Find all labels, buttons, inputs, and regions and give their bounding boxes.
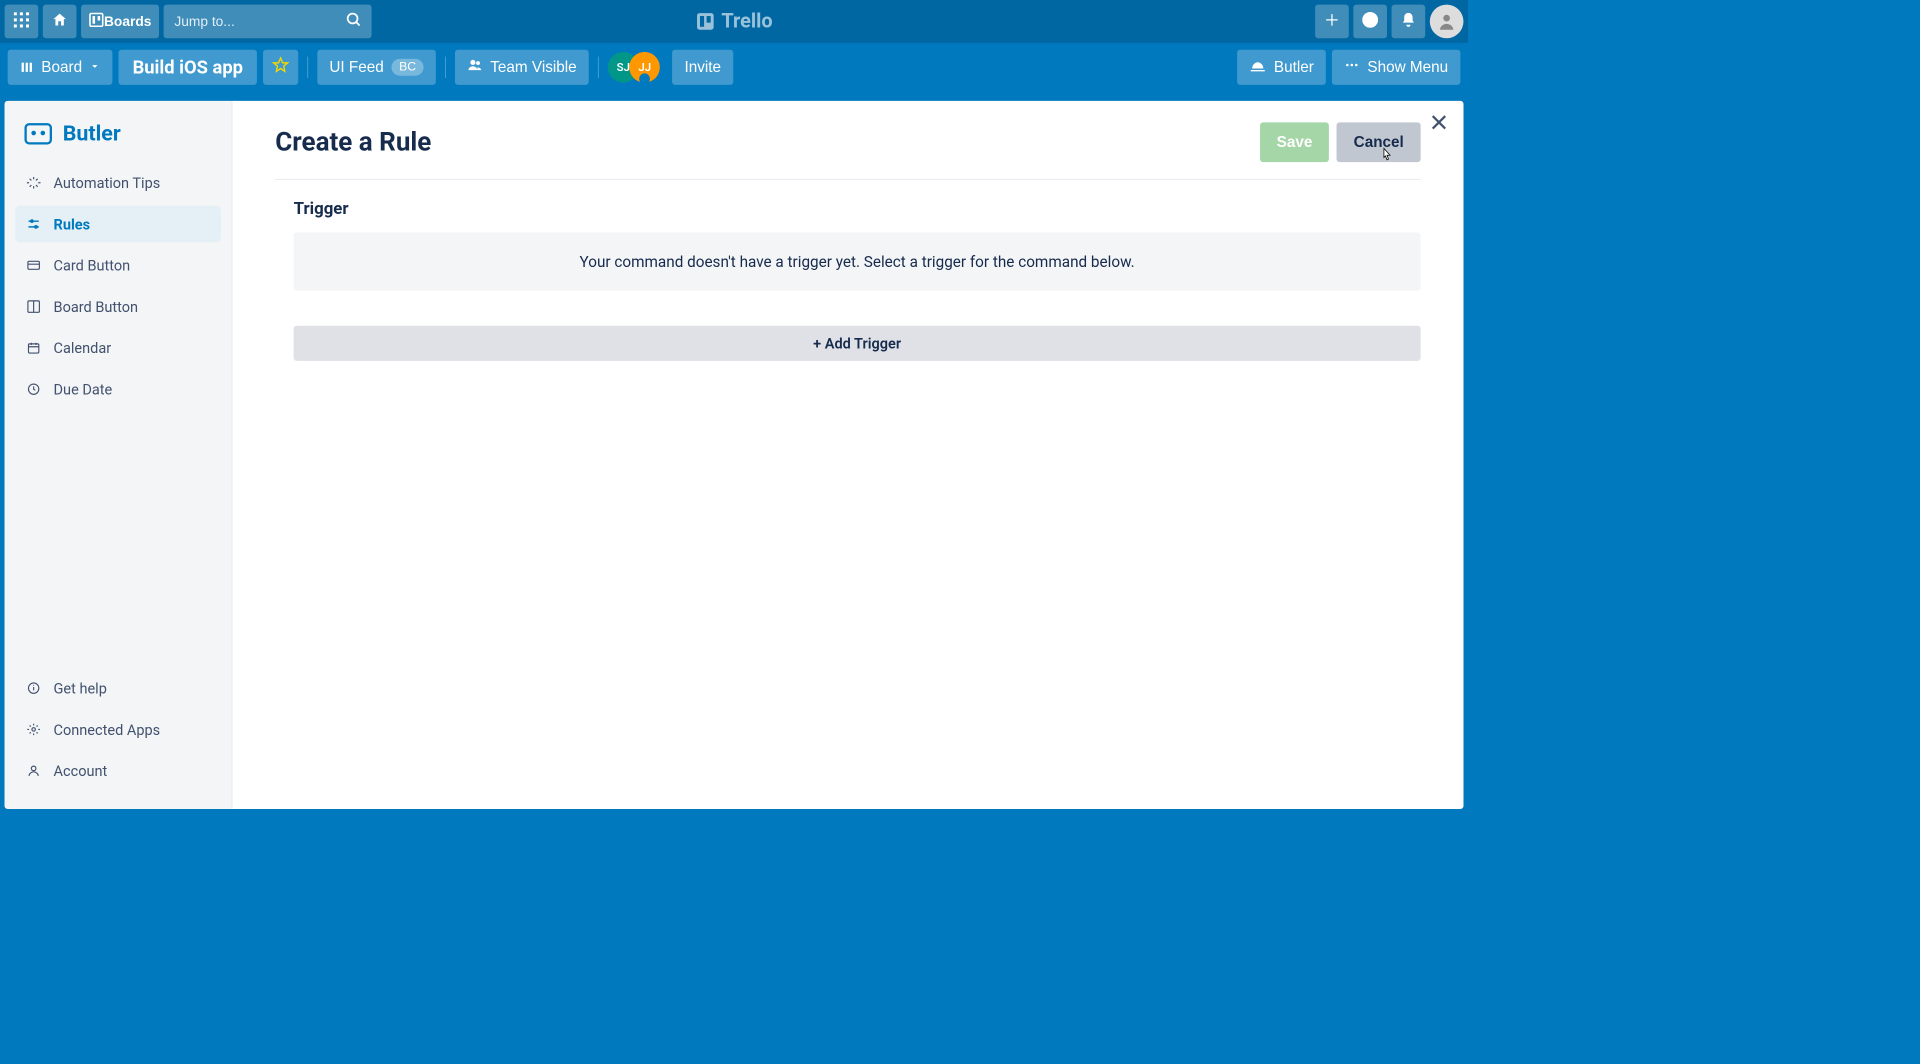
search-wrap: [164, 5, 372, 39]
sidebar-item-label: Automation Tips: [54, 174, 161, 192]
brand-logo: Trello: [695, 10, 772, 33]
brand-name: Trello: [721, 10, 772, 33]
search-icon: [346, 11, 363, 31]
show-menu-label: Show Menu: [1367, 58, 1448, 76]
butler-panel: Butler Automation Tips Rules Card Button: [5, 101, 1464, 809]
ui-feed-label: UI Feed: [329, 58, 383, 76]
trigger-heading: Trigger: [294, 200, 1421, 219]
sidebar-item-automation-tips[interactable]: Automation Tips: [15, 164, 221, 201]
page-actions: Save Cancel: [1260, 122, 1421, 162]
home-icon: [51, 11, 68, 32]
global-header: Boards Trello: [0, 0, 1468, 44]
member-avatar[interactable]: JJ: [629, 52, 660, 83]
dots-icon: [1344, 57, 1359, 77]
sidebar-item-label: Account: [54, 762, 108, 780]
sidebar-item-card-button[interactable]: Card Button: [15, 247, 221, 284]
butler-hat-icon: [1249, 58, 1266, 76]
sidebar-item-label: Connected Apps: [54, 721, 161, 739]
cancel-label: Cancel: [1354, 133, 1404, 150]
bell-icon: [1400, 11, 1417, 32]
close-icon: [1428, 122, 1449, 137]
clock-icon: [26, 382, 41, 397]
member-stack: SJ JJ: [608, 52, 660, 83]
notifications-button[interactable]: [1392, 5, 1426, 39]
sidebar-item-label: Get help: [54, 679, 107, 697]
invite-button[interactable]: Invite: [672, 50, 733, 85]
page-title: Create a Rule: [275, 127, 431, 158]
user-avatar[interactable]: [1430, 5, 1464, 39]
team-visible-label: Team Visible: [490, 58, 576, 76]
butler-sidebar: Butler Automation Tips Rules Card Button: [5, 101, 233, 809]
sidebar-item-label: Due Date: [54, 380, 113, 398]
apps-grid-icon: [14, 12, 29, 31]
info-icon: [1362, 11, 1379, 32]
sparkle-icon: [26, 175, 41, 190]
sidebar-item-connected-apps[interactable]: Connected Apps: [15, 711, 221, 748]
trigger-empty-state: Your command doesn't have a trigger yet.…: [294, 232, 1421, 290]
board-view-button[interactable]: Board: [8, 50, 113, 85]
add-trigger-button[interactable]: + Add Trigger: [294, 326, 1421, 361]
close-button[interactable]: [1428, 112, 1449, 136]
team-visible-button[interactable]: Team Visible: [455, 50, 589, 85]
sidebar-item-label: Calendar: [54, 339, 112, 357]
user-icon: [26, 763, 41, 778]
divider: [445, 57, 446, 78]
sidebar-item-account[interactable]: Account: [15, 752, 221, 789]
sidebar-item-due-date[interactable]: Due Date: [15, 371, 221, 408]
board-icon: [26, 299, 41, 314]
butler-content: Create a Rule Save Cancel Trigger Your c…: [232, 101, 1463, 809]
info-icon: [26, 680, 41, 695]
save-button[interactable]: Save: [1260, 122, 1329, 162]
star-button[interactable]: [263, 50, 298, 85]
info-button[interactable]: [1353, 5, 1387, 39]
page-header: Create a Rule Save Cancel: [275, 122, 1420, 179]
show-menu-button[interactable]: Show Menu: [1332, 50, 1460, 85]
card-icon: [26, 258, 41, 273]
board-title[interactable]: Build iOS app: [119, 50, 257, 85]
sidebar-item-get-help[interactable]: Get help: [15, 670, 221, 707]
apps-menu-button[interactable]: [5, 5, 39, 39]
butler-button[interactable]: Butler: [1237, 50, 1326, 85]
gear-icon: [26, 722, 41, 737]
boards-button[interactable]: Boards: [81, 5, 159, 39]
people-icon: [467, 57, 482, 77]
sliders-icon: [26, 216, 41, 231]
sidebar-footer: Get help Connected Apps Account: [5, 670, 232, 809]
sidebar-item-board-button[interactable]: Board Button: [15, 288, 221, 325]
sidebar-title: Butler: [5, 112, 232, 165]
search-input[interactable]: [164, 5, 372, 39]
butler-label: Butler: [1274, 58, 1314, 76]
sidebar-item-label: Rules: [54, 215, 91, 233]
calendar-icon: [26, 340, 41, 355]
sidebar-title-text: Butler: [63, 121, 121, 146]
board-view-label: Board: [41, 58, 82, 76]
ui-feed-badge: BC: [391, 59, 423, 76]
sidebar-item-calendar[interactable]: Calendar: [15, 330, 221, 367]
sidebar-nav: Automation Tips Rules Card Button Board …: [5, 164, 232, 669]
sidebar-item-rules[interactable]: Rules: [15, 206, 221, 243]
home-button[interactable]: [43, 5, 77, 39]
chevron-down-icon: [90, 58, 101, 76]
cancel-button[interactable]: Cancel: [1337, 122, 1421, 162]
boards-label: Boards: [104, 13, 151, 29]
star-icon: [272, 57, 289, 78]
sidebar-item-label: Card Button: [54, 257, 131, 275]
plus-icon: [1324, 12, 1339, 31]
ui-feed-button[interactable]: UI Feed BC: [317, 50, 436, 85]
create-button[interactable]: [1315, 5, 1349, 39]
butler-robot-icon: [24, 123, 52, 144]
divider: [307, 57, 308, 78]
board-icon: [89, 12, 104, 31]
board-bar: Board Build iOS app UI Feed BC Team Visi…: [0, 44, 1468, 90]
sidebar-item-label: Board Button: [54, 298, 139, 316]
invite-label: Invite: [684, 58, 721, 76]
divider: [598, 57, 599, 78]
